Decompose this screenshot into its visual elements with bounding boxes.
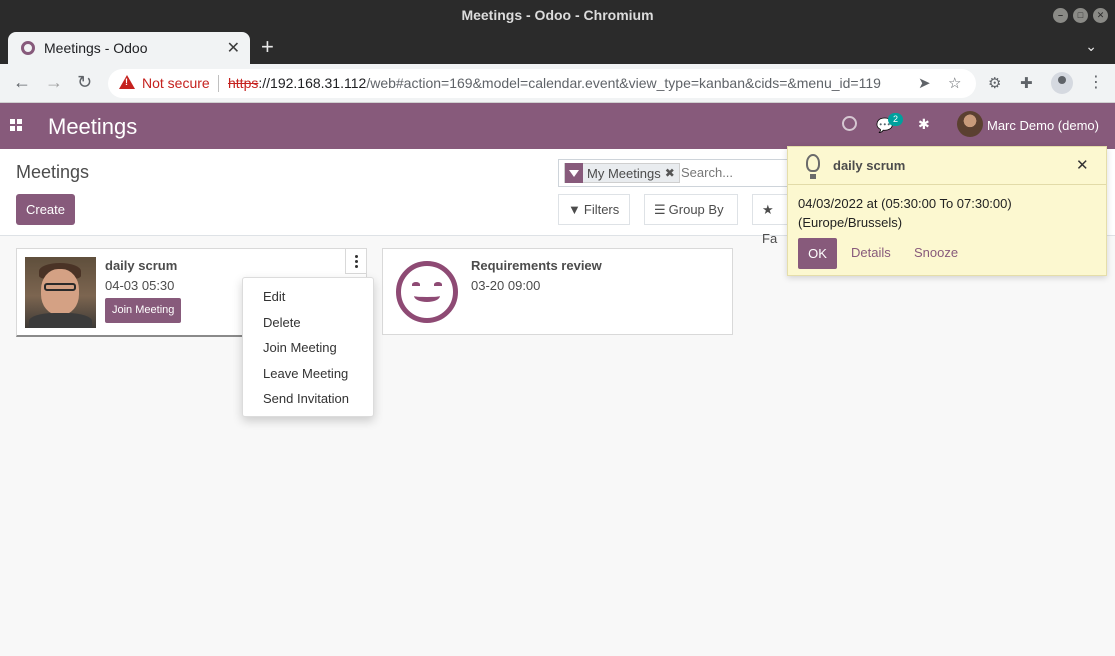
group-by-button[interactable]: ☰ Group By [644, 194, 738, 225]
card-date: 03-20 09:00 [471, 278, 541, 293]
url-text[interactable]: https://192.168.31.112/web#action=169&mo… [228, 75, 881, 91]
search-facet: My Meetings ✖ [564, 163, 680, 183]
security-label[interactable]: Not secure [142, 75, 210, 91]
warning-icon [119, 75, 135, 89]
extension-icon[interactable]: ⚙ [988, 74, 1001, 92]
puzzle-icon[interactable]: ✚ [1020, 74, 1033, 92]
forward-arrow-icon[interactable]: → [45, 72, 63, 93]
attendee-photo [25, 257, 96, 328]
app-title[interactable]: Meetings [48, 114, 137, 140]
card-dropdown-menu: Edit Delete Join Meeting Leave Meeting S… [242, 277, 374, 417]
tab-search-chevron-icon[interactable]: ⌄ [1085, 38, 1097, 55]
search-box[interactable]: My Meetings ✖ [558, 159, 798, 187]
tab-close-icon[interactable]: ✕ [227, 38, 240, 58]
browser-tab[interactable]: Meetings - Odoo ✕ [8, 32, 250, 64]
separator [218, 75, 219, 92]
user-menu[interactable]: Marc Demo (demo) [987, 118, 1099, 133]
message-count-badge: 2 [888, 113, 903, 126]
user-avatar[interactable] [957, 111, 983, 137]
window-title: Meetings - Odoo - Chromium [461, 7, 654, 23]
url-path: /web#action=169&model=calendar.event&vie… [366, 75, 881, 91]
menu-item-delete[interactable]: Delete [243, 310, 373, 336]
bookmark-star-icon[interactable]: ☆ [948, 74, 961, 92]
facet-remove-icon[interactable]: ✖ [665, 166, 679, 180]
address-bar[interactable]: Not secure https://192.168.31.112/web#ac… [108, 69, 976, 98]
maximize-button[interactable]: □ [1073, 8, 1088, 23]
back-arrow-icon[interactable]: ← [13, 72, 31, 93]
menu-item-edit[interactable]: Edit [243, 284, 373, 310]
minimize-button[interactable]: – [1053, 8, 1068, 23]
favorites-label: Fa [762, 231, 778, 246]
url-host: ://192.168.31.112 [258, 75, 367, 91]
create-button[interactable]: Create [16, 194, 75, 225]
search-input[interactable] [681, 165, 791, 180]
list-icon: ☰ [654, 202, 666, 217]
menu-item-join-meeting[interactable]: Join Meeting [243, 335, 373, 361]
filter-funnel-icon [565, 163, 583, 183]
star-icon: ★ [762, 202, 774, 217]
group-by-label: Group By [668, 202, 724, 217]
notification-body: 04/03/2022 at (05:30:00 To 07:30:00) (Eu… [798, 194, 1012, 232]
meeting-notification: daily scrum ✕ 04/03/2022 at (05:30:00 To… [787, 146, 1107, 276]
odoo-navbar: Meetings 💬 2 ✱ Marc Demo (demo) [0, 103, 1115, 149]
lightbulb-icon [806, 154, 820, 179]
close-icon[interactable]: ✕ [1076, 156, 1089, 174]
favorites-button[interactable]: ★ Fa [752, 194, 792, 246]
profile-avatar-icon[interactable] [1051, 72, 1073, 94]
snooze-button[interactable]: Snooze [914, 245, 958, 260]
breadcrumb: Meetings [16, 162, 90, 182]
menu-item-send-invitation[interactable]: Send Invitation [243, 386, 373, 412]
odoo-favicon-icon [21, 41, 35, 55]
close-window-button[interactable]: ✕ [1093, 8, 1108, 23]
debug-bug-icon[interactable]: ✱ [918, 116, 930, 133]
facet-label: My Meetings [587, 165, 661, 181]
card-menu-toggle[interactable] [345, 249, 366, 274]
notification-header: daily scrum ✕ [788, 147, 1106, 185]
tab-strip: Meetings - Odoo ✕ + ⌄ [0, 30, 1115, 64]
card-title: Requirements review [471, 258, 602, 273]
activity-clock-icon[interactable] [842, 116, 857, 131]
details-button[interactable]: Details [851, 245, 891, 260]
ok-button[interactable]: OK [798, 238, 837, 269]
window-titlebar: Meetings - Odoo - Chromium – □ ✕ [0, 0, 1115, 30]
filters-label: Filters [583, 202, 620, 217]
send-icon[interactable]: ➤ [918, 74, 931, 92]
notification-title: daily scrum [833, 158, 906, 173]
join-meeting-button[interactable]: Join Meeting [105, 298, 182, 323]
notification-datetime: 04/03/2022 at (05:30:00 To 07:30:00) [798, 196, 1012, 211]
reload-icon[interactable]: ↻ [77, 72, 92, 93]
filter-icon: ▼ [568, 202, 581, 217]
menu-item-leave-meeting[interactable]: Leave Meeting [243, 361, 373, 387]
notification-timezone: (Europe/Brussels) [798, 215, 903, 230]
url-scheme: https [228, 75, 259, 91]
card-date: 04-03 05:30 [105, 278, 175, 293]
filters-button[interactable]: ▼ Filters [558, 194, 630, 225]
kanban-card[interactable]: Requirements review 03-20 09:00 [382, 248, 733, 335]
new-tab-button[interactable]: + [261, 34, 274, 60]
card-title: daily scrum [105, 258, 178, 273]
smiley-icon [396, 261, 458, 323]
apps-grid-icon[interactable] [10, 119, 22, 131]
browser-toolbar: ← → ↻ Not secure https://192.168.31.112/… [0, 64, 1115, 103]
browser-menu-icon[interactable]: ⋮ [1088, 72, 1104, 92]
tab-title: Meetings - Odoo [44, 40, 148, 56]
